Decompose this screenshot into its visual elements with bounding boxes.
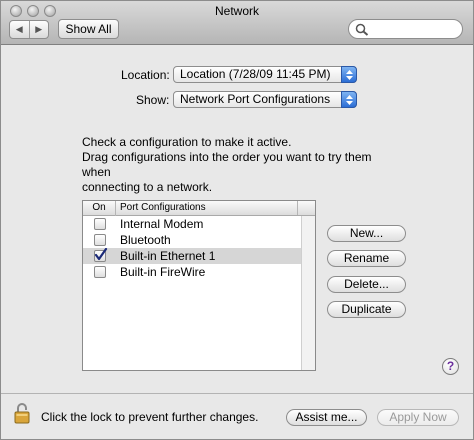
row-checkbox[interactable]: [94, 218, 106, 230]
back-button[interactable]: ◀: [10, 21, 29, 38]
delete-button[interactable]: Delete...: [327, 276, 406, 293]
table-row[interactable]: Internal Modem: [83, 216, 301, 232]
row-checkbox[interactable]: [94, 266, 106, 278]
row-name: Internal Modem: [120, 217, 204, 231]
back-arrow-icon: ◀: [15, 24, 23, 34]
new-button[interactable]: New...: [327, 225, 406, 242]
table-scrollbar[interactable]: [301, 216, 315, 370]
instructions-text: Check a configuration to make it active.…: [82, 135, 402, 195]
row-checkbox[interactable]: [94, 234, 106, 246]
forward-arrow-icon: ▶: [35, 24, 43, 34]
lock-message: Click the lock to prevent further change…: [41, 410, 259, 424]
table-row-selected[interactable]: Built-in Ethernet 1: [83, 248, 301, 264]
popup-arrows-icon: [341, 66, 357, 83]
duplicate-button[interactable]: Duplicate: [327, 301, 406, 318]
instructions-line: Drag configurations into the order you w…: [82, 150, 372, 179]
apply-now-button[interactable]: Apply Now: [377, 409, 459, 426]
preferences-window: Network ◀ ▶ Show All Location: Location …: [0, 0, 474, 440]
lock-icon[interactable]: [14, 402, 30, 424]
nav-back-forward: ◀ ▶: [9, 20, 49, 39]
location-value: Location (7/28/09 11:45 PM): [180, 67, 331, 81]
location-popup[interactable]: Location (7/28/09 11:45 PM): [173, 66, 357, 83]
row-checkbox-checked[interactable]: [94, 248, 108, 262]
title-toolbar: Network ◀ ▶ Show All: [1, 1, 473, 45]
table-row[interactable]: Built-in FireWire: [83, 264, 301, 280]
row-name: Built-in FireWire: [120, 265, 206, 279]
location-label: Location:: [121, 68, 170, 82]
table-row[interactable]: Bluetooth: [83, 232, 301, 248]
footer-divider: [1, 393, 473, 394]
port-configurations-table: On Port Configurations Internal Modem Bl…: [82, 200, 316, 371]
show-value: Network Port Configurations: [180, 92, 331, 106]
row-name: Bluetooth: [120, 233, 171, 247]
column-header-on[interactable]: On: [83, 201, 116, 216]
instructions-line: connecting to a network.: [82, 180, 213, 194]
search-icon: [355, 23, 369, 36]
forward-button[interactable]: ▶: [28, 21, 49, 38]
window-title: Network: [214, 4, 259, 18]
column-header-port-configurations[interactable]: Port Configurations: [120, 201, 298, 215]
search-field[interactable]: [348, 19, 463, 39]
show-popup[interactable]: Network Port Configurations: [173, 91, 357, 108]
assist-me-button[interactable]: Assist me...: [286, 409, 367, 426]
instructions-line: Check a configuration to make it active.: [82, 135, 292, 149]
show-label: Show:: [136, 93, 170, 107]
checkmark-icon: [94, 248, 108, 261]
help-button[interactable]: ?: [442, 358, 459, 375]
row-name: Built-in Ethernet 1: [120, 249, 216, 263]
rename-button[interactable]: Rename: [327, 250, 406, 267]
show-all-button[interactable]: Show All: [58, 19, 119, 39]
popup-arrows-icon: [341, 91, 357, 108]
table-header: On Port Configurations: [83, 201, 315, 216]
